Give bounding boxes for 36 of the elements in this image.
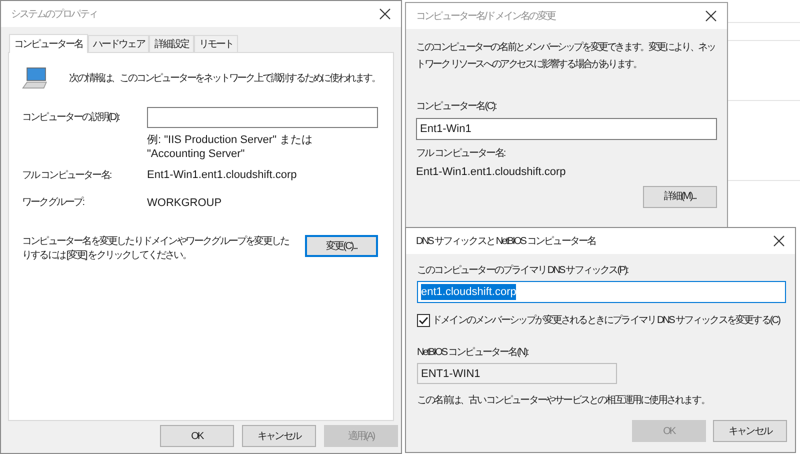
info-label: ワークグループ: — [22, 196, 86, 210]
info-label: フル コンピューター名: — [22, 168, 112, 183]
field-label: このコンピューターのプライマリ DNS サフィックス(P): — [417, 264, 630, 278]
checkbox-label: ドメインのメンバーシップが変更されるときにプライマリ DNS サフィックスを変更する(C) — [432, 314, 780, 328]
dialog-button[interactable]: 詳細(M)... — [643, 186, 717, 208]
close-icon[interactable] — [705, 10, 717, 22]
tab[interactable]: リモート — [194, 35, 238, 52]
dialog-button[interactable]: OK — [160, 425, 234, 447]
checkbox[interactable] — [417, 314, 430, 327]
field-label: フル コンピューター名: — [416, 147, 506, 161]
full-name-value: Ent1-Win1.ent1.cloudshift.corp — [416, 165, 567, 180]
info-value: Ent1-Win1.ent1.cloudshift.corp — [147, 168, 297, 183]
intro-text: このコンピューターの名前とメンバーシップを変更できます。変更により、ネットワーク リソースへのアクセスに影響する場合があります。 — [416, 40, 716, 72]
instruction-text: コンピューター名を変更したりドメインやワークグループを変更したりするには [変更] をクリックしてください。 — [22, 235, 290, 263]
field-label: NetBIOS コンピューター名(N): — [417, 346, 530, 360]
example-text: 例: "IIS Production Server" または "Accounting Server" — [147, 133, 314, 161]
window-title: システムのプロパティ — [11, 8, 98, 22]
close-icon[interactable] — [379, 8, 391, 20]
input-field[interactable] — [147, 107, 378, 128]
tab[interactable]: 詳細設定 — [149, 35, 194, 52]
info-value: WORKGROUP — [147, 196, 222, 210]
intro-text: 次の情報は、このコンピューターをネットワーク上で識別するために使われます。 — [69, 72, 380, 86]
window-title: DNS サフィックスと NetBIOS コンピューター名 — [416, 234, 596, 248]
dialog-button[interactable]: キャンセル — [713, 420, 787, 442]
input-field[interactable]: Ent1-Win1 — [416, 118, 717, 140]
tab[interactable]: ハードウェア — [88, 35, 150, 52]
window-title: コンピューター名/ドメイン名の変更 — [416, 10, 555, 24]
field-label: コンピューターの説明(D): — [22, 110, 120, 125]
change-button[interactable]: 変更(C)... — [305, 235, 378, 257]
computer-icon — [22, 65, 48, 91]
dialog-button[interactable]: キャンセル — [242, 425, 316, 447]
tab[interactable]: コンピューター名 — [9, 34, 88, 53]
close-icon[interactable] — [773, 235, 785, 247]
note-text: この名前は、古いコンピューターやサービスとの相互運用に使用されます。 — [417, 394, 710, 408]
field-label: コンピューター名(C): — [416, 100, 498, 114]
input-field[interactable]: ent1.cloudshift.corp — [417, 281, 786, 303]
